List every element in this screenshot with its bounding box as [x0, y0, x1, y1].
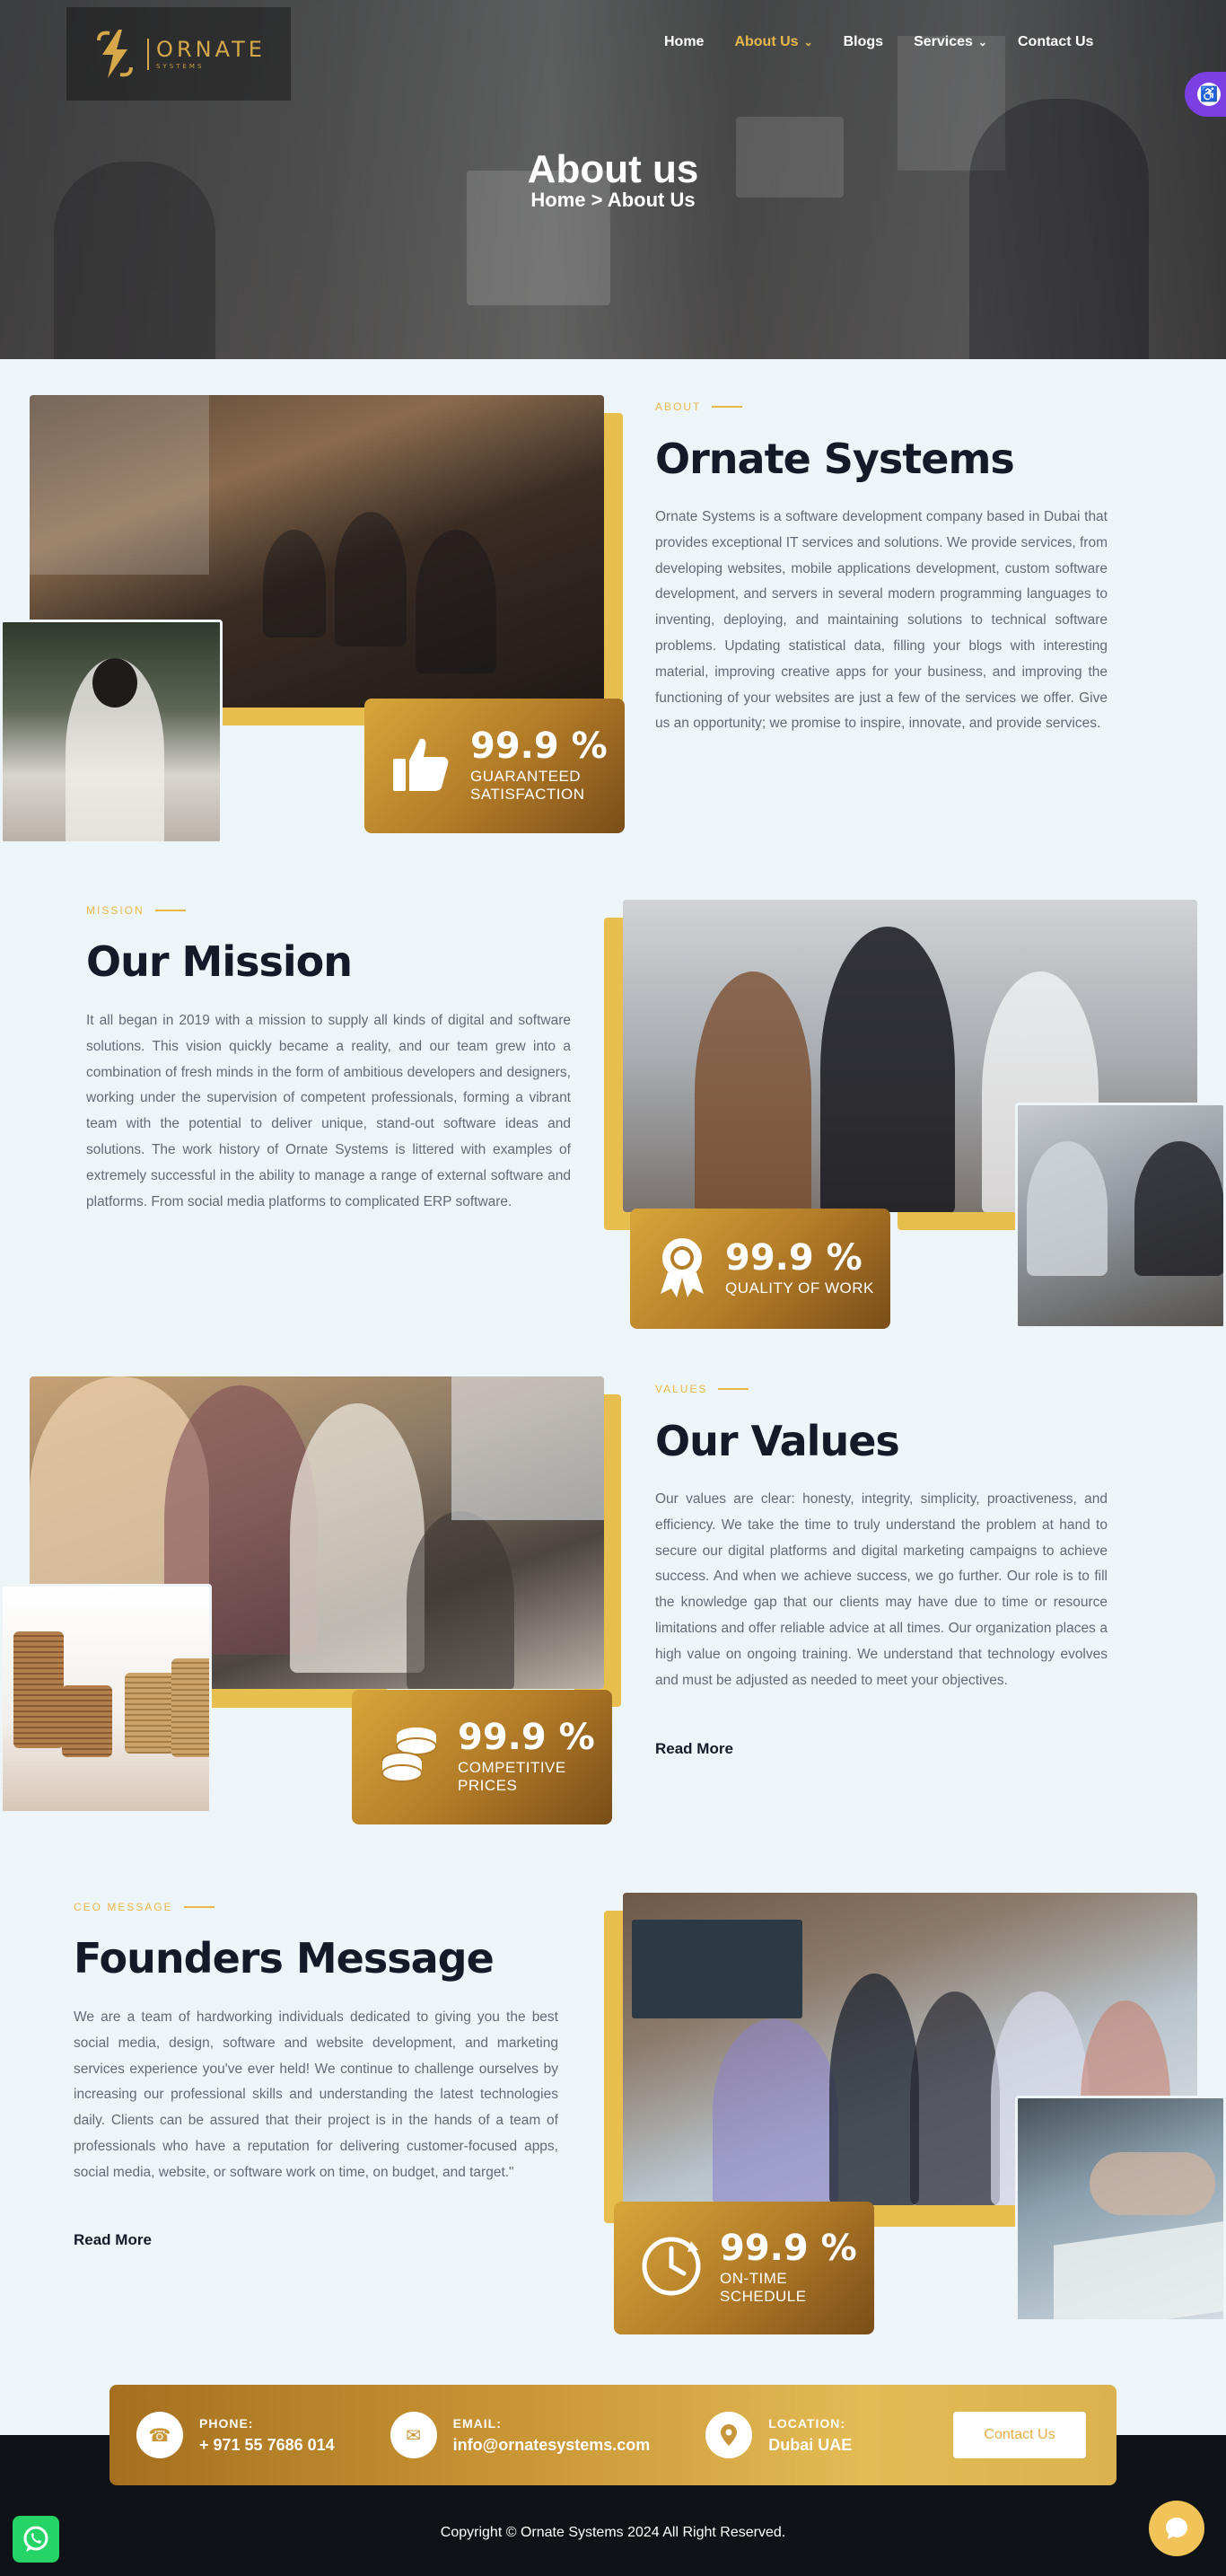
- nav-about-us[interactable]: About Us ⌄: [734, 34, 812, 50]
- copyright-text: Copyright © Ornate Systems 2024 All Righ…: [440, 2525, 786, 2540]
- thumbs-up-icon: [390, 732, 454, 801]
- logo-text: ORNATE SYSTEMS: [147, 36, 266, 70]
- prices-label: COMPETITIVE PRICES: [458, 1759, 566, 1794]
- nav-services[interactable]: Services ⌄: [914, 34, 987, 50]
- email-label: EMAIL:: [452, 2415, 502, 2431]
- quality-label: QUALITY OF WORK: [725, 1279, 874, 1297]
- page: ORNATE SYSTEMS Home About Us ⌄ Blogs Serv…: [0, 0, 1226, 2576]
- founders-read-more-link[interactable]: Read More: [74, 2231, 152, 2249]
- schedule-stat-card: 99.9 % ON-TIME SCHEDULE: [614, 2202, 874, 2334]
- nav-services-label: Services: [914, 34, 973, 49]
- location-value: Dubai UAE: [768, 2435, 853, 2454]
- chat-bubble-icon[interactable]: [1149, 2501, 1204, 2556]
- chevron-down-icon: ⌄: [803, 36, 813, 48]
- nav-contact-us[interactable]: Contact Us: [1018, 34, 1093, 50]
- founders-tag: CEO MESSAGE: [74, 1901, 215, 1913]
- nav-about-label: About Us: [734, 34, 799, 49]
- contact-us-button[interactable]: Contact Us: [953, 2412, 1086, 2458]
- contact-strip: ☎ PHONE: + 971 55 7686 014 ✉ EMAIL: info…: [109, 2385, 1117, 2485]
- phone-icon: ☎: [136, 2412, 183, 2458]
- contact-location[interactable]: LOCATION: Dubai UAE: [705, 2412, 852, 2458]
- clock-icon: [639, 2234, 704, 2303]
- phone-value: + 971 55 7686 014: [199, 2435, 335, 2454]
- nav-home[interactable]: Home: [664, 34, 704, 50]
- schedule-stat-text: 99.9 % ON-TIME SCHEDULE: [720, 2230, 857, 2306]
- about-body: Ornate Systems is a software development…: [655, 509, 1108, 732]
- main-nav: Home About Us ⌄ Blogs Services ⌄ Contact U…: [664, 34, 1124, 50]
- logo-mark-icon: [92, 28, 138, 80]
- prices-value: 99.9 %: [458, 1717, 595, 1758]
- satisfaction-value: 99.9 %: [470, 725, 608, 767]
- logo[interactable]: ORNATE SYSTEMS: [66, 7, 291, 101]
- award-ribbon-icon: [655, 1235, 709, 1304]
- values-title: Our Values: [655, 1417, 900, 1465]
- accessibility-icon: ♿: [1197, 83, 1221, 106]
- coins-icon: [377, 1723, 442, 1792]
- mission-body: It all began in 2019 with a mission to s…: [86, 1013, 571, 1209]
- chevron-down-icon: ⌄: [977, 36, 987, 48]
- about-woman-photo: [0, 620, 223, 844]
- page-title: About us: [527, 147, 699, 191]
- about-title: Ornate Systems: [655, 435, 1015, 483]
- breadcrumb: Home > About Us: [530, 189, 696, 211]
- brand-name: ORNATE: [156, 36, 266, 62]
- prices-stat-card: 99.9 % COMPETITIVE PRICES: [352, 1690, 612, 1824]
- founders-gold-accent-2: [862, 2205, 1023, 2227]
- location-pin-icon: [705, 2412, 753, 2458]
- values-body: Our values are clear: honesty, integrity…: [655, 1491, 1108, 1688]
- brand-tagline: SYSTEMS: [156, 62, 205, 70]
- quality-stat-card: 99.9 % QUALITY OF WORK: [630, 1209, 890, 1329]
- satisfaction-stat-text: 99.9 % GUARANTEED SATISFACTION: [470, 728, 608, 804]
- prices-stat-text: 99.9 % COMPETITIVE PRICES: [458, 1719, 595, 1795]
- envelope-icon: ✉: [390, 2412, 437, 2458]
- contact-email[interactable]: ✉ EMAIL: info@ornatesystems.com: [390, 2412, 651, 2458]
- accessibility-button[interactable]: ♿: [1185, 72, 1226, 117]
- contact-phone[interactable]: ☎ PHONE: + 971 55 7686 014: [136, 2412, 335, 2458]
- satisfaction-label: GUARANTEED SATISFACTION: [470, 768, 585, 803]
- values-coins-photo: [0, 1584, 212, 1814]
- location-label: LOCATION:: [768, 2415, 846, 2431]
- values-tag: VALUES: [655, 1383, 749, 1395]
- hero-photo-person-right: [969, 99, 1149, 359]
- schedule-value: 99.9 %: [720, 2228, 857, 2269]
- values-read-more-link[interactable]: Read More: [655, 1740, 733, 1758]
- nav-contact-label: Contact Us: [1017, 34, 1094, 49]
- about-tag: ABOUT: [655, 400, 742, 413]
- quality-value: 99.9 %: [725, 1237, 863, 1279]
- founders-title: Founders Message: [74, 1934, 495, 1983]
- founders-body: We are a team of hardworking individuals…: [74, 2009, 558, 2180]
- nav-home-label: Home: [664, 34, 705, 49]
- nav-blogs-label: Blogs: [843, 34, 884, 49]
- nav-blogs[interactable]: Blogs: [844, 34, 883, 50]
- founders-signing-photo: [1015, 2096, 1226, 2322]
- mission-tag: MISSION: [86, 904, 186, 917]
- schedule-label: ON-TIME SCHEDULE: [720, 2270, 807, 2305]
- mission-handshake-photo: [1015, 1103, 1226, 1329]
- phone-label: PHONE:: [199, 2415, 254, 2431]
- satisfaction-stat-card: 99.9 % GUARANTEED SATISFACTION: [364, 699, 625, 833]
- mission-title: Our Mission: [86, 937, 353, 986]
- email-value: info@ornatesystems.com: [452, 2435, 651, 2454]
- quality-stat-text: 99.9 % QUALITY OF WORK: [725, 1240, 874, 1297]
- hero-banner: ORNATE SYSTEMS Home About Us ⌄ Blogs Serv…: [0, 0, 1226, 359]
